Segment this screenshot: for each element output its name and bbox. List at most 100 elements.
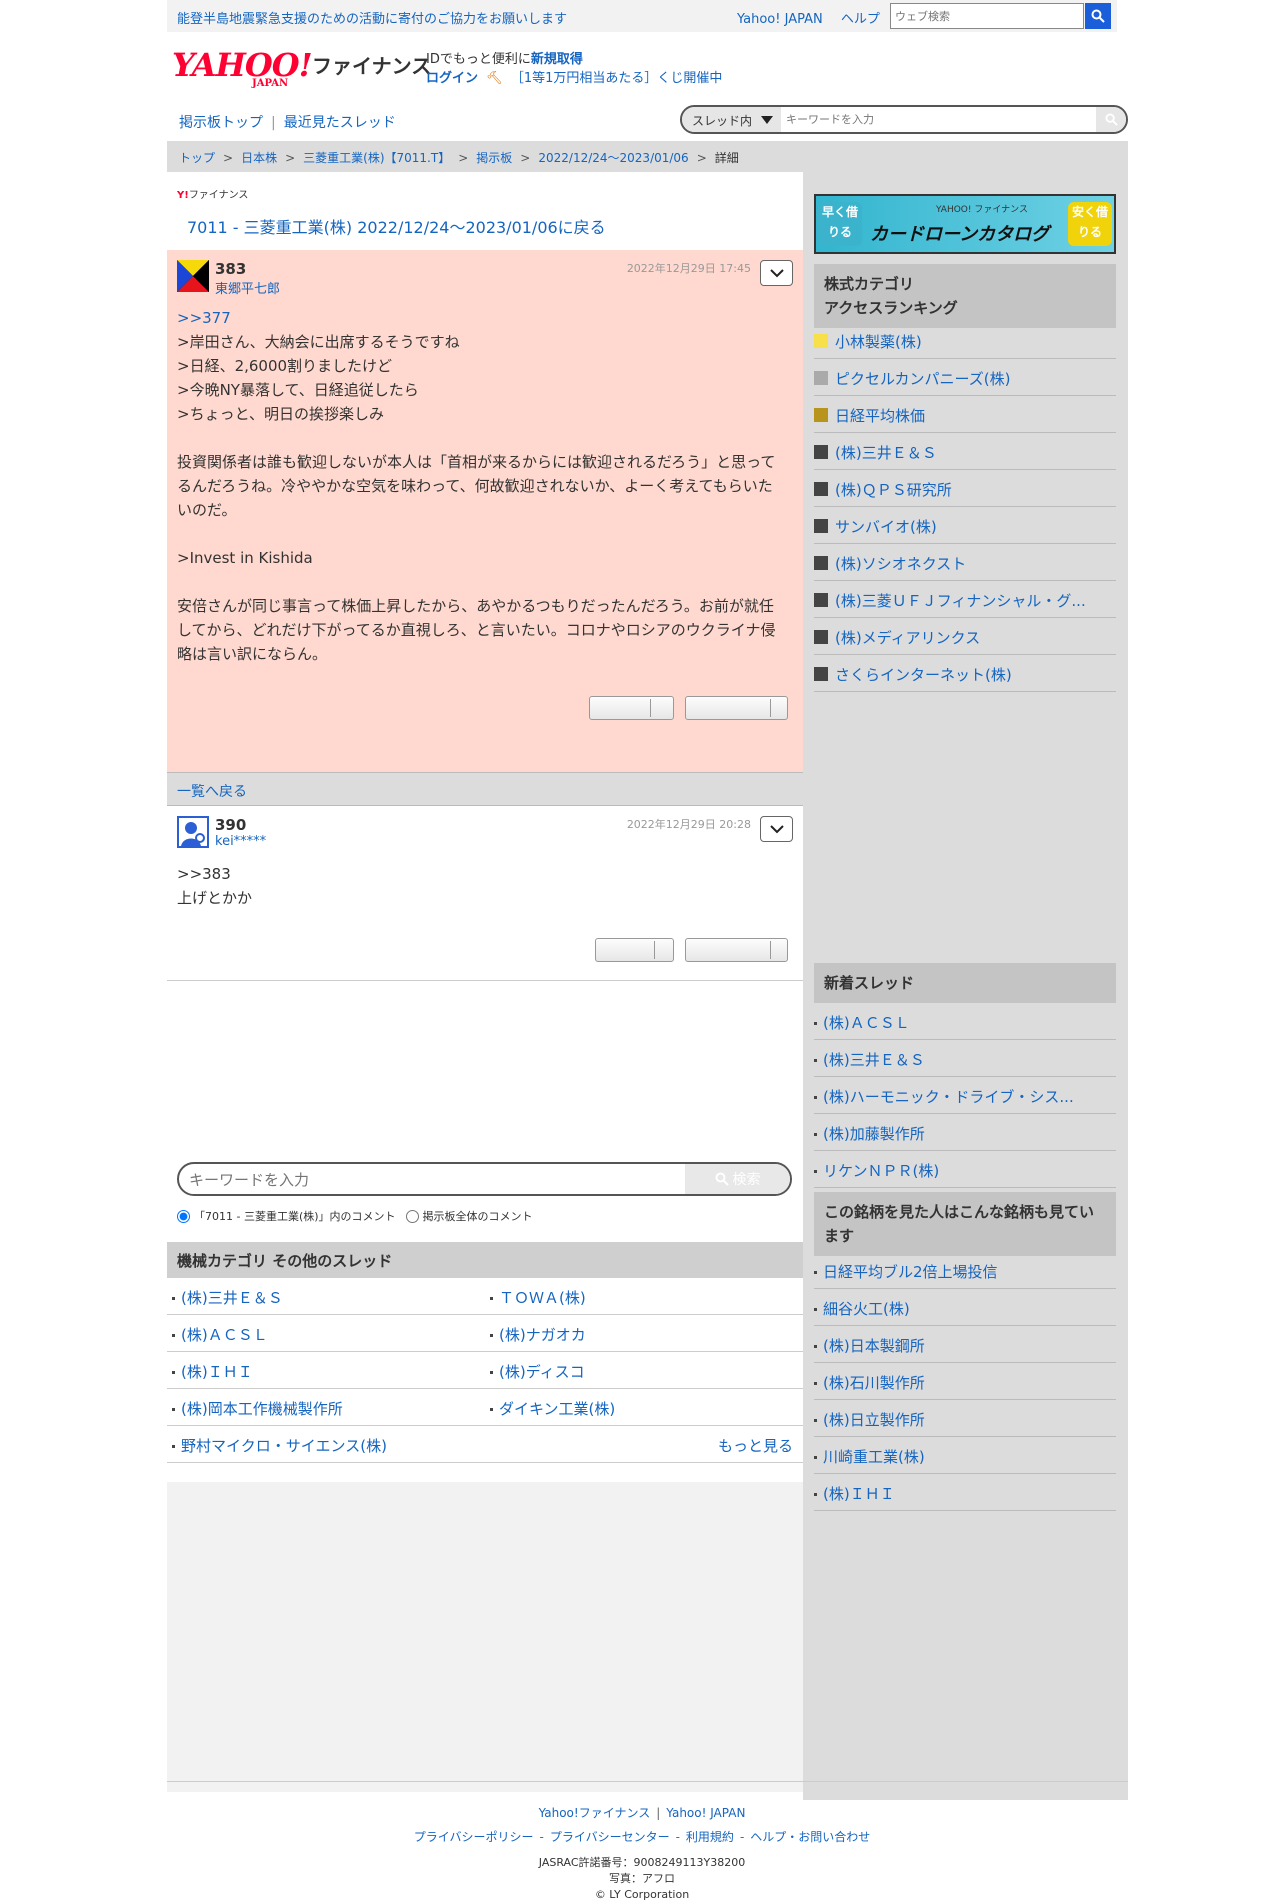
terms-link[interactable]: 利用規約 [686, 1830, 734, 1844]
privacy-center-link[interactable]: プライバシーセンター [550, 1830, 670, 1844]
sidebar-stock-link[interactable]: (株)ＩＨＩ [814, 1474, 1116, 1511]
radio-thread-input[interactable] [177, 1209, 190, 1223]
sidebar-stock-link[interactable]: ピクセルカンパニーズ(株) [814, 359, 1116, 396]
thread-keyword-input[interactable] [786, 107, 1086, 132]
ad-left-badge: 早く借りる [818, 202, 862, 246]
sidebar-stock-link[interactable]: 川崎重工業(株) [814, 1437, 1116, 1474]
sidebar-stock-link[interactable]: (株)石川製作所 [814, 1363, 1116, 1400]
search-scope-label: スレッド内 [692, 114, 753, 128]
breadcrumb-board[interactable]: 掲示板 [476, 151, 512, 165]
board-top-link[interactable]: 掲示板トップ [179, 115, 263, 131]
sidebar-stock-link[interactable]: 細谷火工(株) [814, 1289, 1116, 1326]
back-to-list-link[interactable]: 一覧へ戻る [167, 772, 803, 806]
sidebar-stock-link[interactable]: (株)ソシオネクスト [814, 544, 1116, 581]
sidebar: 早く借りる YAHOO! ファイナンス カードローンカタログ 安く借りる 株式カ… [803, 172, 1128, 1800]
breadcrumb-stock[interactable]: 三菱重工業(株)【7011.T】 [303, 151, 450, 165]
sidebar-stock-link[interactable]: (株)ＡＣＳＬ [814, 1003, 1116, 1040]
post-line: >今晩NY暴落して、日経追従したら [177, 381, 419, 399]
category-thread-link[interactable]: (株)ＩＨＩ [167, 1352, 485, 1388]
bullet-icon [814, 1308, 817, 1311]
sidebar-stock-link[interactable]: (株)ＱＰＳ研究所 [814, 470, 1116, 507]
comment-keyword-input[interactable] [189, 1166, 679, 1194]
like-button[interactable] [589, 696, 674, 720]
category-thread-link[interactable]: ダイキン工業(株) [485, 1389, 803, 1425]
radio-all-input[interactable] [405, 1209, 419, 1223]
yahoo-finance-logo[interactable]: YAHOO! JAPAN ファイナンス [172, 46, 431, 89]
list-row: 野村マイクロ・サイエンス(株) もっと見る [167, 1426, 803, 1463]
category-thread-link[interactable]: (株)三井Ｅ＆Ｓ [167, 1278, 485, 1314]
post-menu-button[interactable] [760, 816, 793, 842]
post-author[interactable]: kei***** [215, 834, 266, 849]
sidebar-stock-link[interactable]: (株)メディアリンクス [814, 618, 1116, 655]
sidebar-stock-link[interactable]: 小林製薬(株) [814, 322, 1116, 359]
help-contact-link[interactable]: ヘルプ・お問い合わせ [750, 1830, 870, 1844]
lottery-link[interactable]: ［1等1万円相当あたる］くじ開催中 [511, 71, 723, 86]
list-row: (株)ＩＨＩ (株)ディスコ [167, 1352, 803, 1389]
category-thread-link[interactable]: 野村マイクロ・サイエンス(株) [167, 1426, 617, 1462]
more-threads-link[interactable]: もっと見る [718, 1435, 793, 1456]
category-thread-link[interactable]: (株)岡本工作機械製作所 [167, 1389, 485, 1425]
post-menu-button[interactable] [760, 260, 793, 286]
category-threads-heading: 機械カテゴリ その他のスレッド [167, 1242, 803, 1278]
post-number[interactable]: 390 [215, 816, 246, 834]
web-search-input[interactable] [891, 4, 1081, 28]
category-thread-link[interactable]: (株)ＡＣＳＬ [167, 1315, 485, 1351]
sidebar-stock-link[interactable]: (株)日本製鋼所 [814, 1326, 1116, 1363]
card-loan-ad-banner[interactable]: 早く借りる YAHOO! ファイナンス カードローンカタログ 安く借りる [814, 194, 1116, 254]
sidebar-stock-link[interactable]: (株)ハーモニック・ドライブ・シス... [814, 1077, 1116, 1114]
avatar[interactable] [177, 816, 209, 848]
logo-finance: ファイナンス [312, 54, 432, 78]
sidebar-stock-link[interactable]: リケンＮＰＲ(株) [814, 1151, 1116, 1188]
back-to-thread-link[interactable]: 7011 - 三菱重工業(株) 2022/12/24〜2023/01/06に戻る [187, 214, 606, 238]
sidebar-stock-link[interactable]: (株)加藤製作所 [814, 1114, 1116, 1151]
help-link[interactable]: ヘルプ [841, 12, 880, 27]
radio-all-scope[interactable]: 掲示板全体のコメント [405, 1208, 533, 1224]
rank-marker-icon [814, 593, 828, 607]
post-number[interactable]: 383 [215, 260, 246, 278]
sidebar-stock-link[interactable]: (株)三菱ＵＦＪフィナンシャル・グ... [814, 581, 1116, 618]
register-link[interactable]: 新規取得 [531, 52, 583, 67]
comment-post: 390 kei***** 2022年12月29日 20:28 >>383 上げと… [167, 806, 803, 981]
category-thread-link[interactable]: ＴＯＷＡ(株) [485, 1278, 803, 1314]
category-thread-link[interactable]: (株)ナガオカ [485, 1315, 803, 1351]
search-scope-select[interactable]: スレッド内 [682, 107, 781, 132]
thread-name: (株)ＩＨＩ [181, 1363, 253, 1381]
sidebar-stock-link[interactable]: さくらインターネット(株) [814, 655, 1116, 692]
comment-search-button[interactable]: 検索 [685, 1164, 790, 1194]
footer-yahoo-link[interactable]: Yahoo! JAPAN [666, 1806, 745, 1820]
reply-anchor-link[interactable]: >>383 [177, 862, 787, 886]
footer-links-primary: Yahoo!ファイナンス | Yahoo! JAPAN [0, 1804, 1284, 1821]
breadcrumb-period[interactable]: 2022/12/24〜2023/01/06 [538, 151, 688, 165]
radio-thread-scope[interactable]: 「7011 - 三菱重工業(株)」内のコメント [177, 1208, 396, 1224]
sidebar-stock-link[interactable]: (株)三井Ｅ＆Ｓ [814, 1040, 1116, 1077]
search-scope-radios: 「7011 - 三菱重工業(株)」内のコメント 掲示板全体のコメント [177, 1208, 533, 1224]
reply-anchor-link[interactable]: >>377 [177, 306, 787, 330]
category-thread-link[interactable]: (株)ディスコ [485, 1352, 803, 1388]
avatar[interactable] [177, 260, 209, 292]
dislike-button[interactable] [685, 696, 788, 720]
like-button[interactable] [595, 938, 674, 962]
bullet-icon [172, 1408, 175, 1411]
post-author[interactable]: 東郷平七郎 [215, 278, 280, 297]
post-date: 2022年12月29日 17:45 [626, 262, 751, 275]
dislike-button[interactable] [685, 938, 788, 962]
bullet-icon [814, 1059, 817, 1062]
sidebar-stock-link[interactable]: (株)日立製作所 [814, 1400, 1116, 1437]
yahoo-japan-link[interactable]: Yahoo! JAPAN [737, 12, 823, 27]
breadcrumb-japan-stocks[interactable]: 日本株 [241, 151, 277, 165]
thread-search-button[interactable] [1096, 107, 1126, 132]
donation-notice-link[interactable]: 能登半島地震緊急支援のための活動に寄付のご協力をお願いします [177, 8, 567, 27]
sidebar-stock-link[interactable]: サンバイオ(株) [814, 507, 1116, 544]
rank-marker-icon [814, 556, 828, 570]
footer-finance-link[interactable]: Yahoo!ファイナンス [539, 1806, 651, 1820]
sidebar-stock-link[interactable]: 日経平均ブル2倍上場投信 [814, 1252, 1116, 1289]
recent-threads-link[interactable]: 最近見たスレッド [284, 115, 396, 131]
sidebar-stock-link[interactable]: (株)三井Ｅ＆Ｓ [814, 433, 1116, 470]
breadcrumb-top[interactable]: トップ [179, 151, 215, 165]
vote-divider [654, 941, 655, 959]
vote-divider [770, 941, 771, 959]
web-search-button[interactable] [1085, 3, 1111, 29]
sidebar-stock-link[interactable]: 日経平均株価 [814, 396, 1116, 433]
privacy-policy-link[interactable]: プライバシーポリシー [414, 1830, 534, 1844]
login-link[interactable]: ログイン [426, 71, 478, 86]
